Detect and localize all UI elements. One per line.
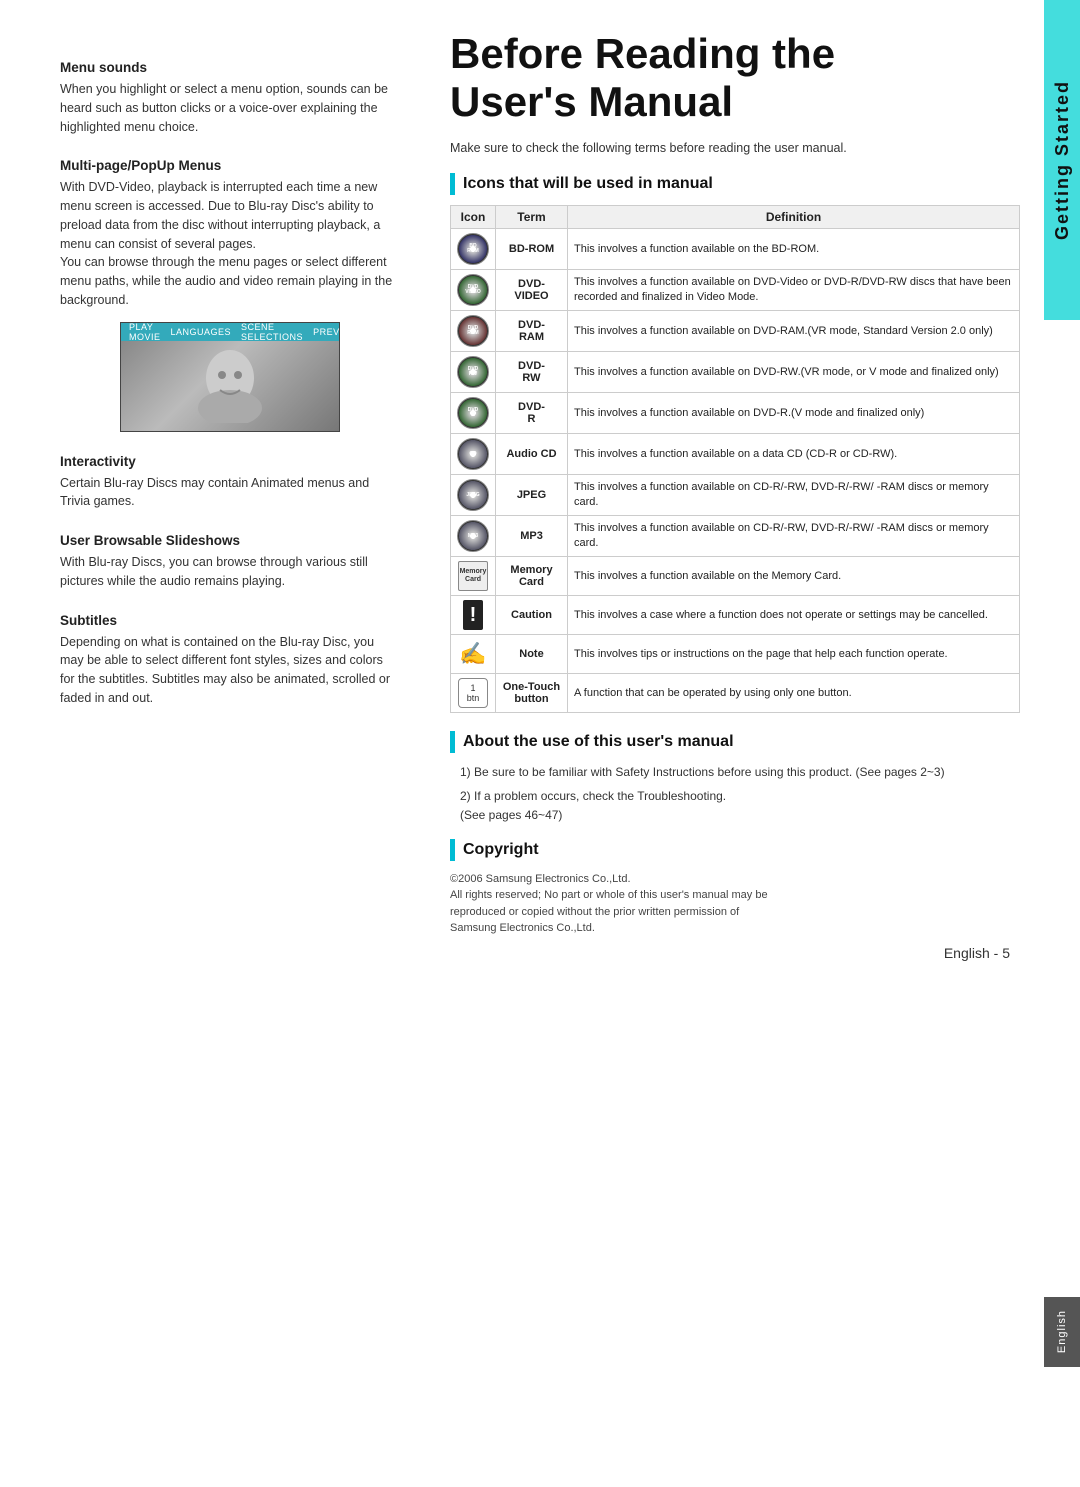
table-row: ✍NoteThis involves tips or instructions … [451,635,1020,674]
term-cell: Memory Card [496,557,568,596]
menu-bar: PLAY MOVIE LANGUAGES SCENE SELECTIONS PR… [121,323,339,341]
menu-bar-item-2: LANGUAGES [171,327,232,337]
menu-sounds-title: Menu sounds [60,60,400,75]
icon-cell: DVDR [451,393,496,434]
table-row: DVDRDVD- RThis involves a function avail… [451,393,1020,434]
term-cell: DVD- RAM [496,311,568,352]
copyright-heading-text: Copyright [463,841,539,859]
table-row: MP3MP3This involves a function available… [451,516,1020,557]
menu-bar-item-1: PLAY MOVIE [129,322,161,342]
page-title: Before Reading the User's Manual [450,30,1060,127]
table-row: !CautionThis involves a case where a fun… [451,596,1020,635]
icon-cell: DVDRAM [451,311,496,352]
about-section-heading: About the use of this user's manual [450,731,1060,753]
left-column: Menu sounds When you highlight or select… [0,0,430,1487]
icons-heading-text: Icons that will be used in manual [463,175,713,193]
table-row: CDAudio CDThis involves a function avail… [451,434,1020,475]
about-heading-text: About the use of this user's manual [463,733,734,751]
def-cell: This involves a function available on DV… [568,393,1020,434]
multipage-text: With DVD-Video, playback is interrupted … [60,178,400,309]
intro-text: Make sure to check the following terms b… [450,139,1060,158]
page-number: English - 5 [944,945,1010,961]
icons-section-heading: Icons that will be used in manual [450,173,1060,195]
menu-sounds-text: When you highlight or select a menu opti… [60,80,400,136]
icon-cell: DVDVIDEO [451,270,496,311]
def-cell: This involves a function available on CD… [568,516,1020,557]
term-cell: Caution [496,596,568,635]
menu-bar-item-4: PREVIEWS [313,327,340,337]
def-cell: This involves a function available on th… [568,229,1020,270]
term-cell: BD-ROM [496,229,568,270]
multipage-title: Multi-page/PopUp Menus [60,158,400,173]
icon-cell: DVDRW [451,352,496,393]
term-cell: DVD- RW [496,352,568,393]
def-cell: This involves a function available on DV… [568,270,1020,311]
face-silhouette [190,348,270,423]
about-list: 1) Be sure to be familiar with Safety In… [460,763,1060,825]
about-item: 1) Be sure to be familiar with Safety In… [460,763,1020,782]
table-row: JPEGJPEGThis involves a function availab… [451,475,1020,516]
col-definition: Definition [568,206,1020,229]
def-cell: This involves a function available on DV… [568,311,1020,352]
table-row: 1btnOne-Touch buttonA function that can … [451,674,1020,713]
subtitles-title: Subtitles [60,613,400,628]
def-cell: This involves a function available on DV… [568,352,1020,393]
icons-table: Icon Term Definition BDROMBD-ROMThis inv… [450,205,1020,713]
term-cell: JPEG [496,475,568,516]
def-cell: This involves a function available on a … [568,434,1020,475]
icon-cell: BDROM [451,229,496,270]
slideshows-text: With Blu-ray Discs, you can browse throu… [60,553,400,591]
icon-cell: ! [451,596,496,635]
def-cell: This involves a case where a function do… [568,596,1020,635]
term-cell: Note [496,635,568,674]
blue-bar-copyright [450,839,455,861]
copyright-section-heading: Copyright [450,839,1060,861]
page-container: Menu sounds When you highlight or select… [0,0,1080,1487]
english-tab-label: English [1056,1310,1068,1353]
english-tab: English [1044,1297,1080,1367]
interactivity-text: Certain Blu-ray Discs may contain Animat… [60,474,400,512]
getting-started-tab: Getting Started [1044,0,1080,320]
side-tab-label: Getting Started [1052,80,1073,240]
col-term: Term [496,206,568,229]
def-cell: This involves a function available on th… [568,557,1020,596]
icon-cell: JPEG [451,475,496,516]
term-cell: DVD-VIDEO [496,270,568,311]
right-column: Getting Started English Before Reading t… [430,0,1080,1487]
menu-image: PLAY MOVIE LANGUAGES SCENE SELECTIONS PR… [120,322,340,432]
icon-cell: ✍ [451,635,496,674]
interactivity-title: Interactivity [60,454,400,469]
blue-bar-icons [450,173,455,195]
slideshows-title: User Browsable Slideshows [60,533,400,548]
about-item: 2) If a problem occurs, check the Troubl… [460,787,1020,825]
def-cell: This involves tips or instructions on th… [568,635,1020,674]
table-row: DVDVIDEODVD-VIDEOThis involves a functio… [451,270,1020,311]
term-cell: Audio CD [496,434,568,475]
table-row: DVDRWDVD- RWThis involves a function ava… [451,352,1020,393]
term-cell: MP3 [496,516,568,557]
page-number-row: English - 5 [450,945,1060,961]
subtitles-text: Depending on what is contained on the Bl… [60,633,400,708]
blue-bar-about [450,731,455,753]
icon-cell: MemoryCard [451,557,496,596]
term-cell: DVD- R [496,393,568,434]
icon-cell: 1btn [451,674,496,713]
table-row: DVDRAMDVD- RAMThis involves a function a… [451,311,1020,352]
term-cell: One-Touch button [496,674,568,713]
copyright-text: ©2006 Samsung Electronics Co.,Ltd. All r… [450,871,1060,937]
icon-cell: CD [451,434,496,475]
menu-photo [121,341,339,431]
menu-bar-item-3: SCENE SELECTIONS [241,322,303,342]
def-cell: This involves a function available on CD… [568,475,1020,516]
table-row: MemoryCardMemory CardThis involves a fun… [451,557,1020,596]
def-cell: A function that can be operated by using… [568,674,1020,713]
icon-cell: MP3 [451,516,496,557]
table-row: BDROMBD-ROMThis involves a function avai… [451,229,1020,270]
col-icon: Icon [451,206,496,229]
